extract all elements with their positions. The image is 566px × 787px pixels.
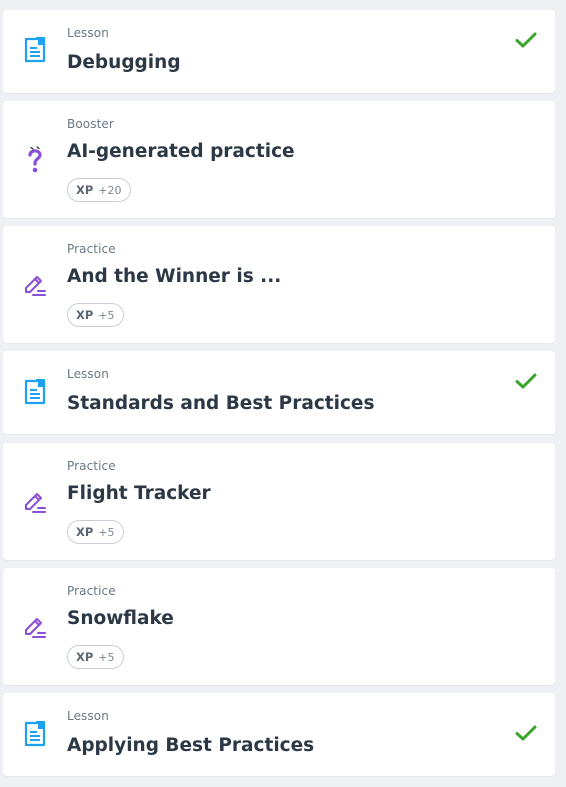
item-kind-label: Lesson: [67, 709, 109, 723]
list-item-and-the-winner-is[interactable]: Practice And the Winner is ... XP +5: [3, 226, 555, 343]
lesson-icon: [22, 721, 48, 747]
check-icon: [514, 721, 538, 745]
item-title: Applying Best Practices: [67, 735, 315, 756]
pencil-icon: [22, 489, 48, 515]
lesson-icon: [22, 37, 48, 63]
question-icon: [22, 146, 48, 173]
xp-badge: XP +5: [67, 520, 124, 544]
item-title: Flight Tracker: [67, 483, 211, 504]
item-kind-label: Lesson: [67, 367, 109, 381]
pencil-icon: [22, 614, 48, 640]
xp-value: +20: [98, 183, 122, 197]
xp-badge: XP +5: [67, 645, 124, 669]
item-title: Standards and Best Practices: [67, 393, 375, 414]
item-title: And the Winner is ...: [67, 266, 282, 287]
xp-label: XP: [76, 650, 94, 664]
list-item-standards-and-best-practices[interactable]: Lesson Standards and Best Practices: [3, 351, 555, 434]
xp-badge: XP +5: [67, 303, 124, 327]
item-title: Snowflake: [67, 608, 174, 629]
list-item-ai-generated-practice[interactable]: Booster AI-generated practice XP +20: [3, 101, 555, 218]
item-title: AI-generated practice: [67, 141, 295, 162]
item-title: Debugging: [67, 52, 181, 73]
xp-value: +5: [98, 650, 115, 664]
list-item-debugging[interactable]: Lesson Debugging: [3, 10, 555, 93]
item-kind-label: Practice: [67, 459, 116, 473]
item-kind-label: Practice: [67, 242, 116, 256]
xp-badge: XP +20: [67, 178, 131, 202]
item-kind-label: Lesson: [67, 26, 109, 40]
list-item-flight-tracker[interactable]: Practice Flight Tracker XP +5: [3, 443, 555, 560]
item-kind-label: Booster: [67, 117, 114, 131]
xp-label: XP: [76, 183, 94, 197]
item-kind-label: Practice: [67, 584, 116, 598]
lesson-icon: [22, 379, 48, 405]
check-icon: [514, 28, 538, 52]
check-icon: [514, 369, 538, 393]
pencil-icon: [22, 272, 48, 298]
list-item-snowflake[interactable]: Practice Snowflake XP +5: [3, 568, 555, 685]
xp-label: XP: [76, 308, 94, 322]
xp-label: XP: [76, 525, 94, 539]
xp-value: +5: [98, 308, 115, 322]
list-item-applying-best-practices[interactable]: Lesson Applying Best Practices: [3, 693, 555, 776]
xp-value: +5: [98, 525, 115, 539]
